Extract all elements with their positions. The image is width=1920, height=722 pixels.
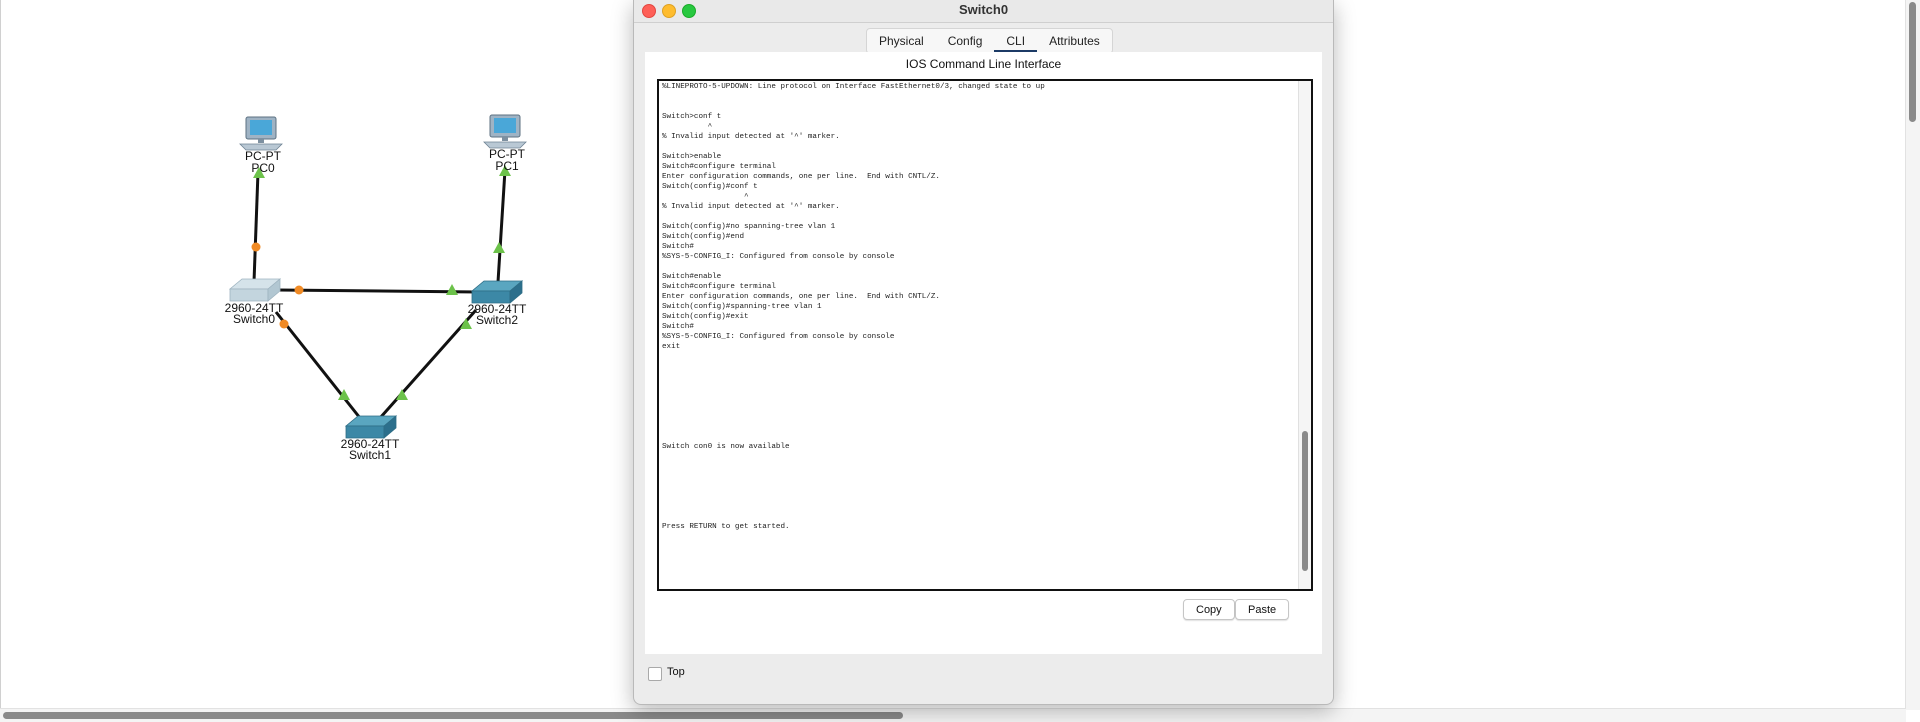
panel-title: IOS Command Line Interface: [905, 57, 1062, 71]
link-up-indicator: [460, 318, 472, 329]
cli-terminal[interactable]: %LINEPROTO-5-UPDOWN: Line protocol on In…: [657, 79, 1313, 591]
pc-icon: [239, 116, 283, 151]
top-checkbox[interactable]: [648, 667, 662, 681]
cli-scrollbar[interactable]: [1298, 81, 1311, 589]
device-name-label: Switch1: [349, 448, 391, 462]
device-name-label: Switch0: [233, 312, 275, 326]
device-name-label: Switch2: [476, 313, 518, 327]
link-up-indicator: [493, 242, 505, 253]
canvas-vertical-scroll-thumb[interactable]: [1909, 2, 1916, 122]
tab-physical[interactable]: Physical: [867, 29, 936, 53]
link-pc1-switch2: [496, 169, 507, 283]
link-blocking-indicator: [294, 285, 304, 295]
canvas-horizontal-scroll-thumb[interactable]: [3, 712, 903, 719]
device-switch0[interactable]: 2960-24TT Switch0: [225, 278, 284, 326]
cli-panel: IOS Command Line Interface %LINEPROTO-5-…: [645, 52, 1322, 654]
device-name-label: PC1: [495, 159, 519, 173]
window-titlebar[interactable]: Switch0: [634, 0, 1333, 23]
top-checkbox-label: Top: [667, 666, 685, 678]
paste-button[interactable]: Paste: [1235, 599, 1290, 620]
pc-icon: [483, 114, 527, 149]
canvas-horizontal-scrollbar[interactable]: [0, 708, 1906, 722]
tab-config[interactable]: Config: [936, 29, 995, 53]
topology-diagram[interactable]: PC-PT PC0 PC-PT PC1 2960-24TT Switch0 29…: [0, 0, 640, 700]
device-tabs: Physical Config CLI Attributes: [866, 28, 1113, 54]
tab-cli[interactable]: CLI: [994, 29, 1037, 53]
copy-button[interactable]: Copy: [1183, 599, 1235, 620]
window-title: Switch0: [958, 2, 1009, 17]
cli-scroll-thumb[interactable]: [1302, 431, 1308, 571]
link-pc0-switch0: [252, 171, 260, 283]
canvas-vertical-scrollbar[interactable]: [1905, 0, 1920, 710]
link-switch0-switch1: [274, 311, 362, 419]
device-switch2[interactable]: 2960-24TT Switch2: [468, 280, 527, 327]
link-blocking-indicator: [279, 319, 289, 329]
link-blocking-indicator: [251, 242, 261, 252]
switch-icon: [228, 278, 282, 302]
device-name-label: PC0: [251, 161, 275, 175]
link-up-indicator: [446, 284, 458, 295]
switch-icon: [470, 280, 524, 304]
switch-icon: [344, 415, 398, 439]
tab-attributes[interactable]: Attributes: [1037, 29, 1112, 53]
device-pc0[interactable]: PC-PT PC0: [239, 116, 283, 175]
device-switch1[interactable]: 2960-24TT Switch1: [341, 415, 400, 462]
cli-output[interactable]: %LINEPROTO-5-UPDOWN: Line protocol on In…: [662, 82, 1282, 582]
device-window: Switch0 Physical Config CLI Attributes I…: [633, 0, 1334, 705]
device-pc1[interactable]: PC-PT PC1: [483, 114, 527, 173]
